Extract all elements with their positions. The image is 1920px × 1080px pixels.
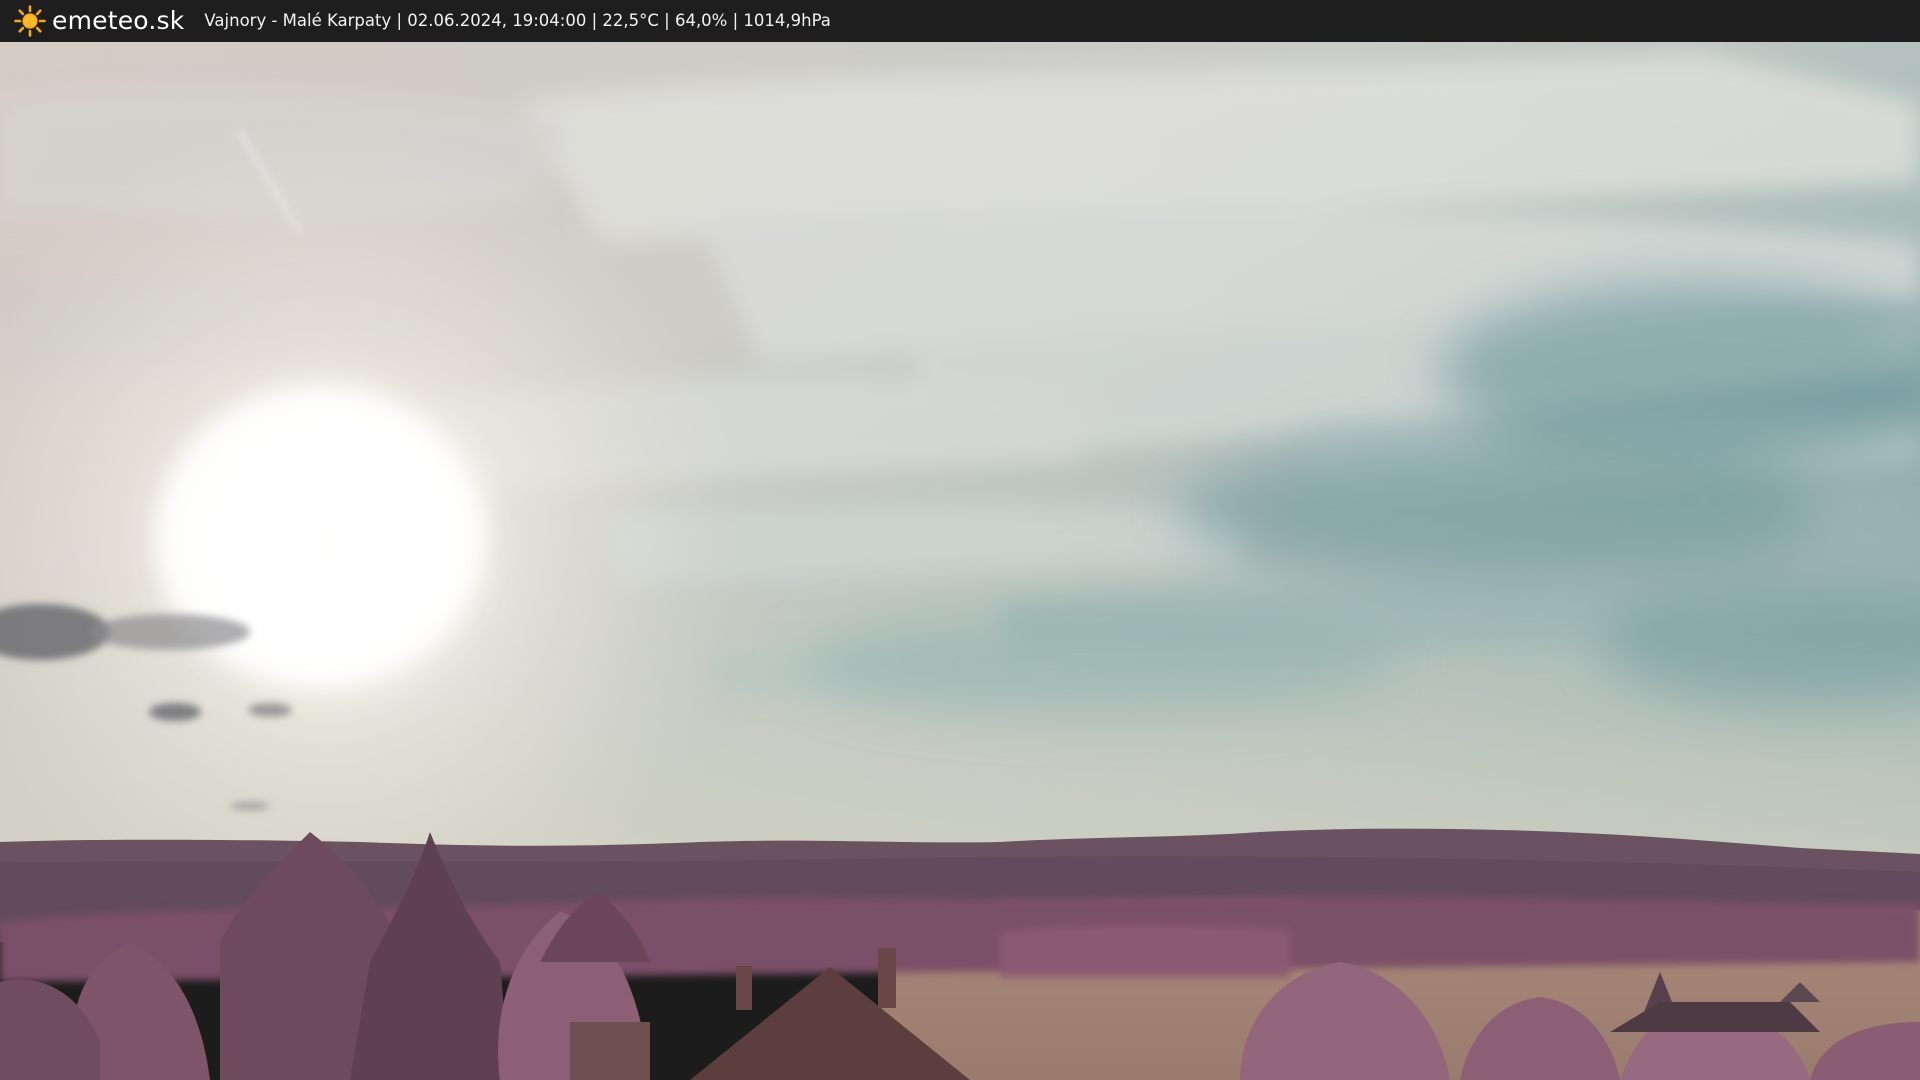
- webcam-frame: emeteo.sk Vajnory - Malé Karpaty | 02.06…: [0, 0, 1920, 1080]
- logo: emeteo.sk: [14, 0, 184, 42]
- webcam-image: [0, 42, 1920, 1080]
- weather-caption: Vajnory - Malé Karpaty | 02.06.2024, 19:…: [204, 11, 831, 30]
- logo-text: emeteo.sk: [52, 6, 185, 35]
- caption-bar: emeteo.sk Vajnory - Malé Karpaty | 02.06…: [0, 0, 1920, 42]
- sun-icon: [14, 5, 46, 37]
